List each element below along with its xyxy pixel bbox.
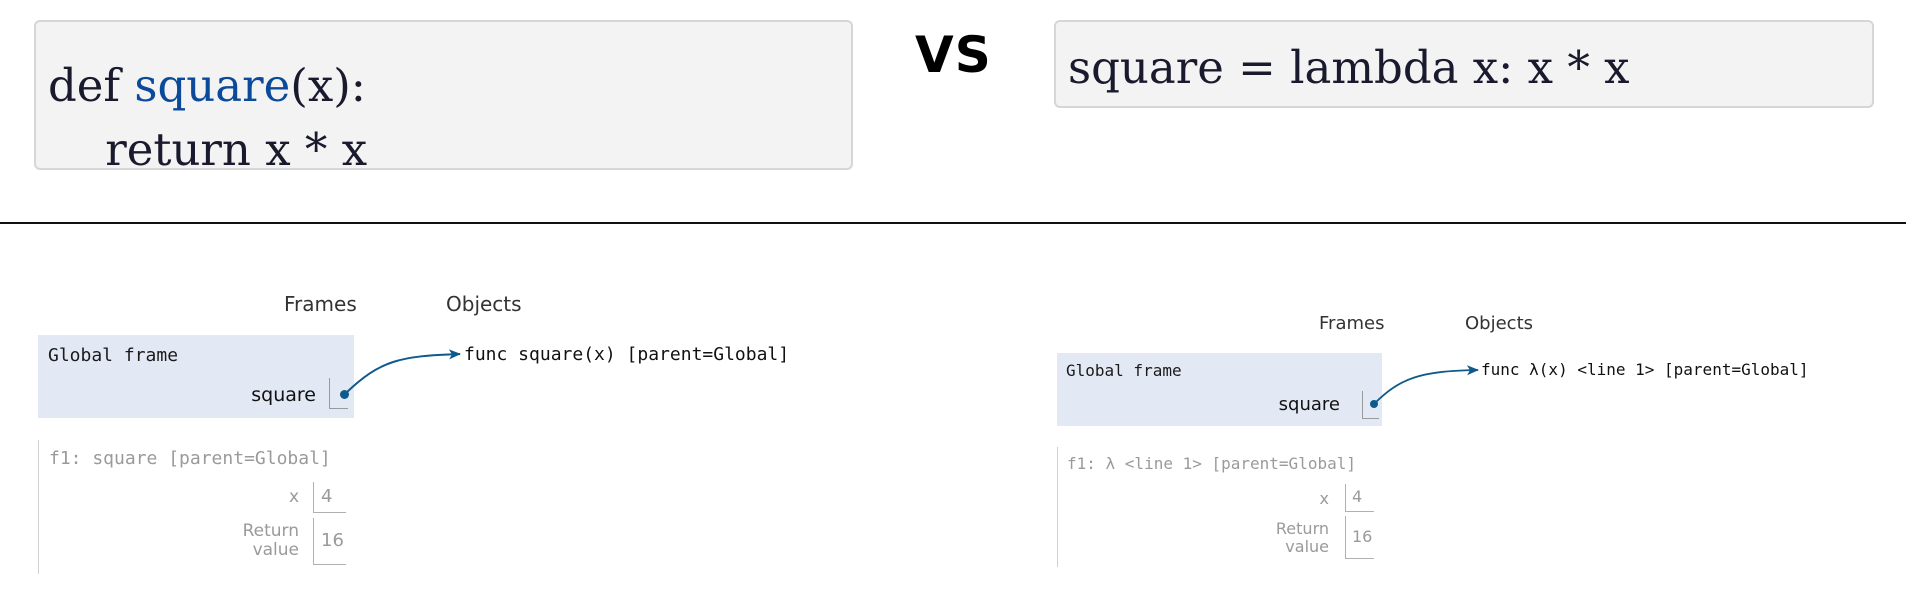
- pointer-arrows: [344, 349, 1479, 405]
- right-pointer-arrow: [1373, 365, 1479, 405]
- left-pointer-arrow: [344, 349, 461, 395]
